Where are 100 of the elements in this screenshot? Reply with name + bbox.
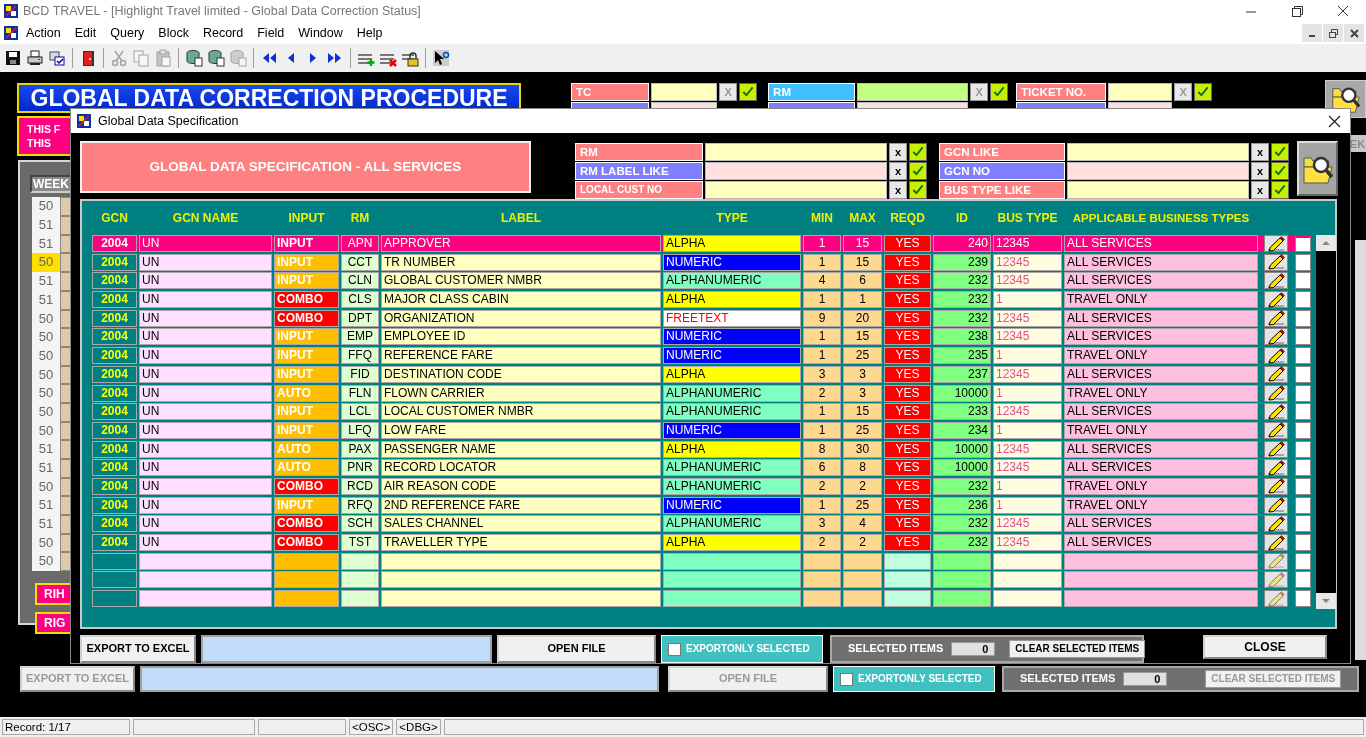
menu-item[interactable]: Edit (67, 25, 104, 41)
week-cell[interactable]: 51 (32, 459, 60, 478)
week-cell[interactable]: 50 (32, 552, 60, 572)
table-row[interactable]: 2004 UN COMBO CLS MAJOR CLASS CABIN ALPHA 1 1 YES 232 1 TRAVEL ONLY (92, 291, 1311, 309)
edit-button[interactable] (1264, 496, 1288, 514)
table-row[interactable]: 2004 UN AUTO PNR RECORD LOCATOR ALPHANUMERIC 6 8 YES 10000 12345 ALL SERVICES (92, 459, 1311, 477)
checkbox[interactable] (1295, 403, 1311, 421)
input-field[interactable] (705, 162, 887, 180)
table-row[interactable]: 2004 UN INPUT FID DESTINATION CODE ALPHA 3 3 YES 237 12345 ALL SERVICES (92, 365, 1311, 383)
table-row[interactable]: 2004 UN INPUT LFQ LOW FARE NUMERIC 1 25 YES 234 1 TRAVEL ONLY (92, 421, 1311, 439)
checkbox[interactable] (1295, 552, 1311, 570)
checkbox[interactable] (1295, 459, 1311, 477)
apply-button[interactable] (1194, 83, 1213, 101)
checkbox[interactable] (1295, 272, 1311, 290)
menu-item[interactable]: Window (291, 25, 350, 41)
export-button[interactable]: EXPORT TO EXCEL (80, 635, 196, 663)
edit-button[interactable] (1264, 384, 1288, 402)
edit-button[interactable] (1264, 328, 1288, 346)
table-row[interactable]: 2004 UN INPUT CCT TR NUMBER NUMERIC 1 15 YES 239 12345 ALL SERVICES (92, 253, 1311, 271)
checkbox[interactable] (1295, 590, 1311, 608)
week-cell[interactable]: 51 (32, 272, 60, 291)
scroll-up-icon[interactable] (1320, 238, 1332, 248)
checkbox[interactable] (1295, 496, 1311, 514)
search-button[interactable] (1297, 141, 1338, 196)
table-row[interactable]: 2004 UN COMBO RCD AIR REASON CODE ALPHANUMERIC 2 2 YES 232 1 TRAVEL ONLY (92, 477, 1311, 495)
edit-button[interactable] (1264, 421, 1288, 439)
clear-button[interactable]: x (1251, 162, 1269, 180)
table-row[interactable]: 2004 UN INPUT APN APPROVER ALPHA 1 15 YES 240 12345 ALL SERVICES (92, 235, 1311, 252)
edit-button[interactable] (1264, 253, 1288, 271)
close-button[interactable]: CLOSE (1203, 635, 1327, 659)
scrollbar[interactable] (1355, 240, 1366, 660)
checkbox[interactable] (1295, 253, 1311, 271)
table-row[interactable]: 2004 UN INPUT CLN GLOBAL CUSTOMER NMBR ALPHANUMERIC 4 6 YES 232 12345 ALL SERVICES (92, 272, 1311, 290)
checklist-icon[interactable] (48, 49, 66, 67)
help-icon[interactable] (432, 49, 450, 67)
scrollbar[interactable] (1316, 235, 1336, 609)
apply-button[interactable] (739, 83, 758, 101)
checkbox[interactable] (1295, 534, 1311, 551)
input-field[interactable] (857, 83, 969, 101)
input-field[interactable] (705, 181, 887, 199)
clear-button[interactable]: x (889, 162, 907, 180)
edit-button[interactable] (1264, 403, 1288, 421)
input-field[interactable] (1108, 83, 1173, 101)
menu-item[interactable]: Record (195, 25, 251, 41)
week-cell[interactable]: 51 (32, 496, 60, 516)
checkbox[interactable] (668, 642, 681, 656)
menu-item[interactable]: Query (103, 25, 152, 41)
edit-button[interactable] (1264, 534, 1288, 551)
checkbox[interactable] (1295, 235, 1311, 252)
checkbox[interactable] (1295, 384, 1311, 402)
input-field[interactable] (705, 143, 887, 161)
printer-icon[interactable] (26, 49, 44, 67)
apply-button[interactable] (990, 83, 1009, 101)
clear-selection-button[interactable]: CLEAR SELECTED ITEMS (1009, 640, 1146, 658)
input-field[interactable] (1067, 162, 1249, 180)
checkbox[interactable] (1295, 515, 1311, 533)
app-icon[interactable] (3, 25, 19, 41)
clear-button[interactable]: x (889, 181, 907, 199)
checkbox[interactable] (1295, 440, 1311, 458)
clear-button[interactable]: x (1251, 181, 1269, 199)
edit-button[interactable] (1264, 515, 1288, 533)
checkbox[interactable] (1295, 421, 1311, 439)
edit-button[interactable] (1264, 477, 1288, 495)
week-cell[interactable]: 51 (32, 216, 60, 235)
edit-button[interactable] (1264, 272, 1288, 290)
checkbox[interactable] (1295, 291, 1311, 309)
close-icon[interactable] (1326, 113, 1342, 129)
week-cell[interactable]: 50 (32, 384, 60, 403)
table-row[interactable]: 2004 UN COMBO SCH SALES CHANNEL ALPHANUMERIC 3 4 YES 232 12345 ALL SERVICES (92, 515, 1311, 533)
clear-button[interactable]: x (1251, 143, 1269, 161)
input-field[interactable] (651, 83, 718, 101)
week-cell[interactable]: 50 (32, 328, 60, 347)
checkbox[interactable] (1295, 328, 1311, 346)
database-icon[interactable] (185, 49, 203, 67)
input-field[interactable] (201, 635, 492, 663)
week-cell[interactable]: 51 (32, 515, 60, 534)
menu-item[interactable]: Help (349, 25, 390, 41)
menu-item[interactable]: Action (19, 25, 68, 41)
checkbox[interactable] (1295, 571, 1311, 589)
edit-button[interactable] (1264, 365, 1288, 383)
scroll-down-icon[interactable] (1320, 596, 1332, 606)
edit-button[interactable] (1264, 459, 1288, 477)
table-row[interactable]: 2004 UN AUTO FLN FLOWN CARRIER ALPHANUMERIC 2 3 YES 10000 1 TRAVEL ONLY (92, 384, 1311, 402)
table-row[interactable]: 2004 UN INPUT FFQ REFERENCE FARE NUMERIC 1 25 YES 235 1 TRAVEL ONLY (92, 347, 1311, 365)
week-cell[interactable]: 50 (32, 253, 60, 273)
edit-button[interactable] (1264, 309, 1288, 327)
checkbox[interactable] (1295, 365, 1311, 383)
table-row[interactable]: 2004 UN COMBO TST TRAVELLER TYPE ALPHA 2 2 YES 232 12345 ALL SERVICES (92, 534, 1311, 551)
checkbox[interactable] (1295, 477, 1311, 495)
menu-item[interactable]: Field (250, 25, 292, 41)
input-field[interactable] (1067, 143, 1249, 161)
edit-button[interactable] (1264, 440, 1288, 458)
table-row[interactable]: 2004 UN INPUT LCL LOCAL CUSTOMER NMBR ALPHANUMERIC 1 15 YES 233 12345 ALL SERVICES (92, 403, 1311, 421)
checkbox[interactable] (1295, 347, 1311, 365)
week-cell[interactable]: 50 (32, 197, 60, 217)
menu-item[interactable]: Block (151, 25, 196, 41)
table-row[interactable]: 2004 UN AUTO PAX PASSENGER NAME ALPHA 8 30 YES 10000 12345 ALL SERVICES (92, 440, 1311, 458)
input-field[interactable] (140, 666, 659, 692)
open-file-button[interactable]: OPEN FILE (497, 635, 656, 663)
checkbox[interactable] (1295, 309, 1311, 327)
